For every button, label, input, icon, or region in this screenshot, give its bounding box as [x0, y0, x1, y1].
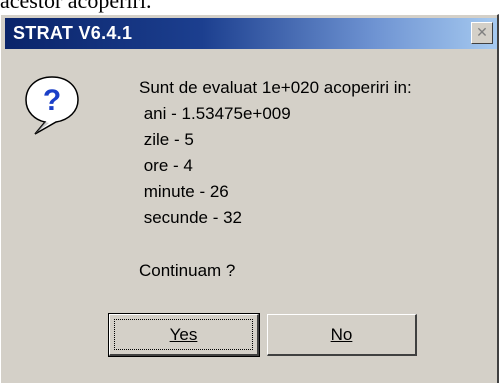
title-bar[interactable]: STRAT V6.4.1 ✕: [5, 18, 497, 49]
close-icon: ✕: [476, 24, 488, 40]
no-button[interactable]: No: [267, 314, 417, 356]
window-title: STRAT V6.4.1: [13, 23, 133, 43]
message-line-hours: ore - 4: [139, 156, 193, 175]
message-line-years: ani - 1.53475e+009: [139, 104, 291, 123]
page-text-fragment: acestor acoperiri.: [0, 0, 499, 14]
message-line-days: zile - 5: [139, 130, 194, 149]
message-dialog: STRAT V6.4.1 ✕ ? Sunt de evaluat 1e+020 …: [0, 14, 499, 383]
page-text: acestor acoperiri.: [0, 0, 152, 13]
no-button-label: No: [330, 324, 353, 344]
message-line-seconds: secunde - 32: [139, 208, 243, 227]
question-icon: ?: [25, 76, 79, 135]
message-line-minutes: minute - 26: [139, 182, 229, 201]
svg-text:?: ?: [43, 84, 61, 117]
message-line-summary: Sunt de evaluat 1e+020 acoperiri in:: [139, 78, 412, 97]
yes-button-label: Yes: [169, 324, 198, 344]
yes-button[interactable]: Yes: [108, 313, 260, 357]
close-button[interactable]: ✕: [471, 22, 493, 44]
message-question: Continuam ?: [139, 261, 236, 280]
